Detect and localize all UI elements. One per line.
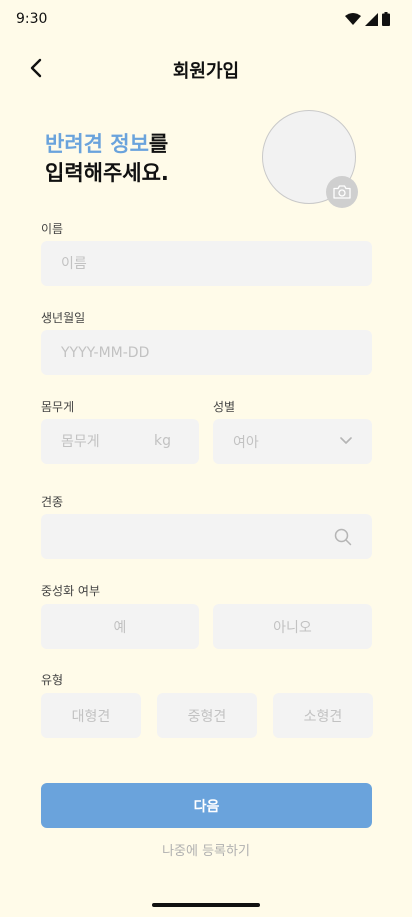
neutered-option-no[interactable]: 아니오 bbox=[213, 604, 372, 649]
weight-field[interactable]: kg bbox=[41, 419, 199, 464]
page-title: 회원가입 bbox=[172, 61, 240, 82]
name-field[interactable] bbox=[41, 241, 372, 286]
status-icons bbox=[345, 12, 390, 26]
breed-input[interactable] bbox=[41, 514, 372, 559]
size-option-medium[interactable]: 중형견 bbox=[157, 693, 257, 738]
home-indicator bbox=[152, 903, 260, 907]
neutered-label: 중성화 여부 bbox=[41, 584, 101, 598]
breed-label: 견종 bbox=[41, 495, 64, 509]
next-button[interactable]: 다음 bbox=[41, 783, 372, 828]
signal-icon bbox=[365, 12, 378, 26]
neutered-option-yes[interactable]: 예 bbox=[41, 604, 199, 649]
heading-line2: 입력해주세요. bbox=[45, 161, 169, 185]
size-label: 유형 bbox=[41, 673, 64, 687]
size-option-small[interactable]: 소형견 bbox=[273, 693, 373, 738]
weight-label: 몸무게 bbox=[41, 400, 75, 414]
name-label: 이름 bbox=[41, 222, 64, 236]
birth-input[interactable] bbox=[41, 330, 372, 375]
weight-input[interactable] bbox=[41, 419, 199, 464]
birth-label: 생년월일 bbox=[41, 311, 86, 325]
status-time: 9:30 bbox=[16, 11, 48, 27]
camera-icon bbox=[333, 185, 351, 199]
weight-unit: kg bbox=[154, 433, 171, 449]
heading-suffix: 를 bbox=[148, 132, 169, 156]
gender-label: 성별 bbox=[213, 400, 236, 414]
heading-highlight: 반려견 정보 bbox=[45, 132, 149, 156]
search-icon[interactable] bbox=[334, 528, 352, 546]
birth-field[interactable] bbox=[41, 330, 372, 375]
gender-select[interactable]: 여아 bbox=[213, 419, 372, 464]
gender-selected-value: 여아 bbox=[233, 435, 259, 451]
camera-button[interactable] bbox=[326, 176, 358, 208]
register-later-link[interactable]: 나중에 등록하기 bbox=[0, 840, 412, 859]
breed-field[interactable] bbox=[41, 514, 372, 559]
battery-icon bbox=[382, 12, 390, 26]
name-input[interactable] bbox=[41, 241, 372, 286]
size-option-large[interactable]: 대형견 bbox=[41, 693, 141, 738]
chevron-down-icon bbox=[340, 437, 352, 444]
wifi-icon bbox=[345, 13, 361, 25]
form-heading: 반려견 정보를 입력해주세요. bbox=[45, 130, 169, 188]
